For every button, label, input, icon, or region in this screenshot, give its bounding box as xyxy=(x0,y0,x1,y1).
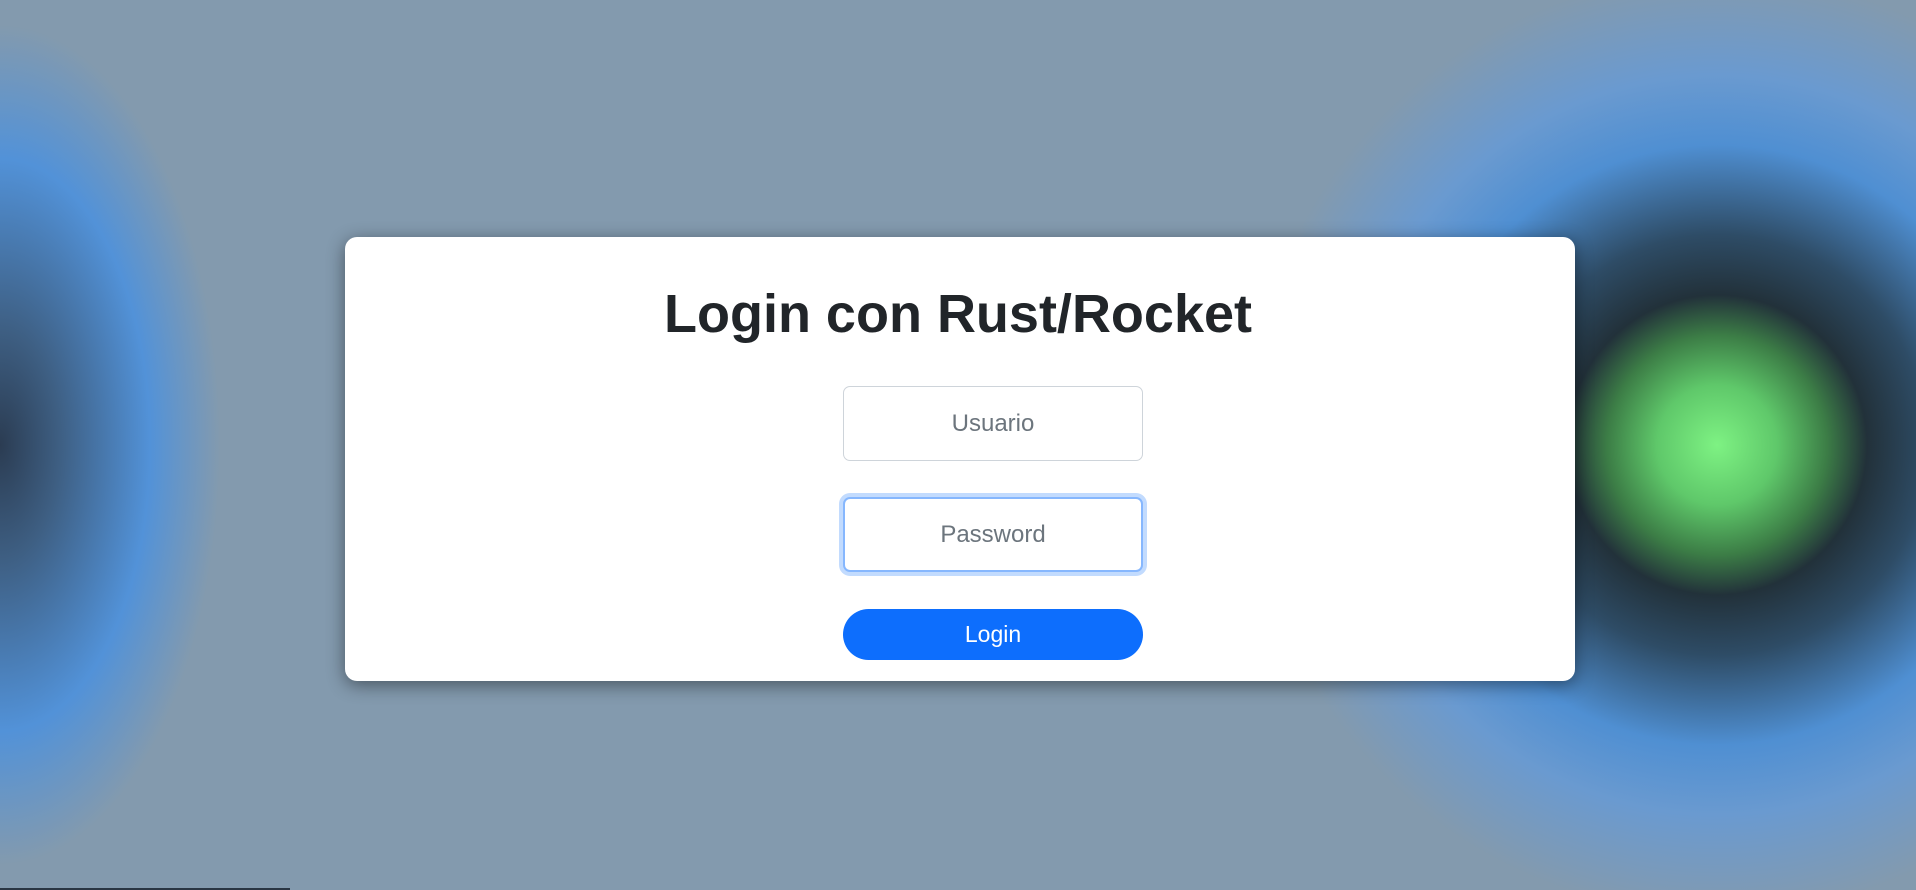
username-input[interactable] xyxy=(843,386,1143,461)
password-input[interactable] xyxy=(843,497,1143,572)
page-title: Login con Rust/Rocket xyxy=(663,284,1252,344)
login-button[interactable]: Login xyxy=(843,609,1143,660)
